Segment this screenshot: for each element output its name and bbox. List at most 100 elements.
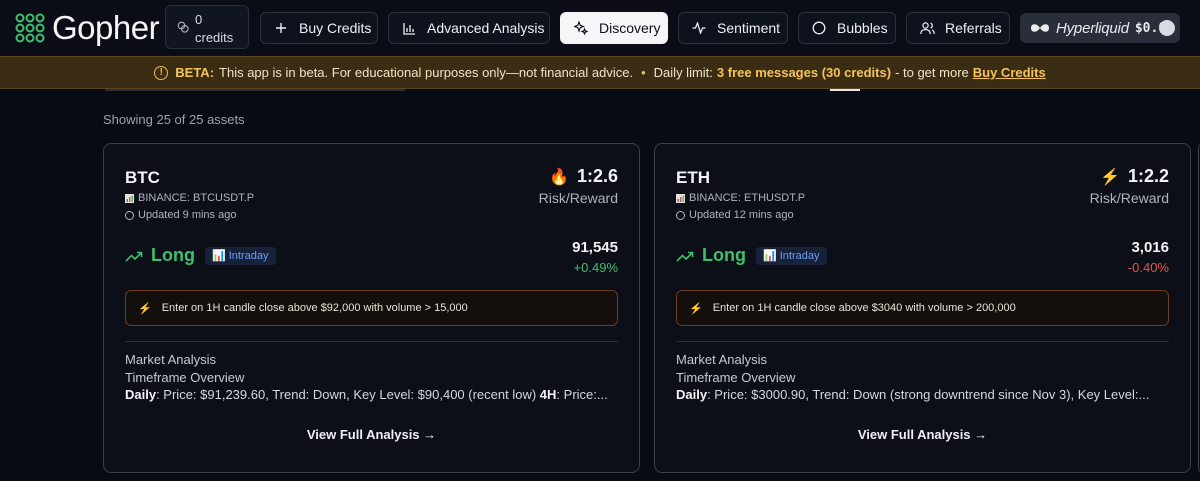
bubbles-tab[interactable]: Bubbles [798,12,896,44]
bar-chart-icon [401,20,417,36]
filter-bar-edge [105,89,405,91]
credits-count: 0 [195,12,203,27]
clock-icon [125,210,134,220]
chart-icon [676,193,685,203]
updated-label: Updated 9 mins ago [138,209,237,221]
asset-card-btc[interactable]: BTC BINANCE: BTCUSDT.P Updated 9 mins ag… [103,143,640,473]
direction-label: Long [151,245,195,265]
trade-direction: Long 📊 Intraday [676,245,827,266]
updated-label: Updated 12 mins ago [689,209,794,221]
analysis-summary: Daily: Price: $3000.90, Trend: Down (str… [676,387,1169,402]
avatar [1159,20,1175,36]
daily-limit-suffix: - to get more [895,65,969,80]
asset-card-eth[interactable]: ETH BINANCE: ETHUSDT.P Updated 12 mins a… [654,143,1191,473]
asset-price: 3,016 [1131,239,1169,256]
entry-text: Enter on 1H candle close above $3040 wit… [712,302,1016,314]
wallet-button[interactable]: Hyperliquid $0.0 [1020,13,1180,43]
analysis-subtitle: Timeframe Overview [676,370,796,385]
daily-text: : Price: $3000.90, Trend: Down (strong d… [707,387,1150,402]
sentiment-label: Sentiment [717,20,781,36]
discovery-tab[interactable]: Discovery [560,12,668,44]
trending-up-icon [676,251,694,262]
risk-reward-value: 1:2.6 [576,166,618,186]
asset-updated: Updated 12 mins ago [676,209,794,221]
price-change: -0.40% [1127,260,1169,275]
circle-icon [811,20,827,36]
filter-toggle-edge [830,89,860,91]
referrals-label: Referrals [945,20,1002,36]
credits-counter[interactable]: 0 credits [165,5,249,49]
buy-credits-label: Buy Credits [299,20,372,36]
plus-icon [273,20,289,36]
daily-label: Daily [676,387,708,402]
discovery-label: Discovery [599,20,661,36]
exchange-label: BINANCE: ETHUSDT.P [689,192,806,204]
buy-credits-button[interactable]: Buy Credits [260,12,378,44]
exchange-label: BINANCE: BTCUSDT.P [138,192,255,204]
daily-limit-prefix: Daily limit: [653,65,713,80]
asset-exchange: BINANCE: ETHUSDT.P [676,192,805,204]
warning-icon: ! [154,65,169,80]
risk-reward-label: Risk/Reward [1089,190,1169,206]
risk-reward: ⚡ 1:2.2 [1100,166,1169,187]
timeframe-label: Intraday [779,249,820,262]
chart-icon [125,193,134,203]
app-logo[interactable]: Gopher [14,9,160,46]
daily-label: Daily [125,387,157,402]
asset-price: 91,545 [572,239,618,256]
bubbles-label: Bubbles [837,20,888,36]
beta-banner: ! BETA: This app is in beta. For educati… [0,56,1200,89]
daily-limit-value: 3 free messages (30 credits) [716,65,892,80]
coins-icon [177,21,189,33]
gopher-logo-icon [15,13,45,43]
analysis-title: Market Analysis [125,352,217,367]
separator-dot: • [641,65,646,80]
risk-reward: 🔥 1:2.6 [549,166,618,187]
sparkles-icon [573,20,589,36]
beta-tag: BETA: [175,65,215,80]
price-change: +0.49% [573,260,618,275]
buy-credits-link[interactable]: Buy Credits [973,65,1046,80]
trending-up-icon [125,251,143,262]
timeframe-badge: 📊 Intraday [755,246,827,265]
referrals-tab[interactable]: Referrals [906,12,1010,44]
credits-label: credits [195,30,234,45]
direction-label: Long [702,245,746,265]
hyperliquid-logo-icon [1031,24,1049,32]
view-full-analysis-button[interactable]: View Full Analysis → [655,427,1190,442]
sentiment-tab[interactable]: Sentiment [678,12,788,44]
view-full-analysis-button[interactable]: View Full Analysis → [104,427,639,442]
risk-reward-value: 1:2.2 [1127,166,1169,186]
bolt-icon: ⚡ [138,302,152,315]
timeframe-label: Intraday [228,249,269,262]
h4-label: 4H [539,387,557,402]
h4-text: : Price:... [556,387,608,402]
top-nav-bar: Gopher 0 credits Buy Credits Advanced An… [0,0,1200,56]
asset-symbol: ETH [676,168,710,187]
wallet-name: Hyperliquid [1056,19,1129,37]
results-count: Showing 25 of 25 assets [103,112,245,127]
advanced-analysis-button[interactable]: Advanced Analysis [388,12,550,44]
entry-condition: ⚡ Enter on 1H candle close above $3040 w… [676,290,1169,326]
app-name: Gopher [52,9,160,46]
trade-direction: Long 📊 Intraday [125,245,276,266]
analysis-summary: Daily: Price: $91,239.60, Trend: Down, K… [125,387,618,402]
asset-updated: Updated 9 mins ago [125,209,236,221]
advanced-analysis-label: Advanced Analysis [427,20,545,36]
asset-symbol: BTC [125,168,160,187]
asset-exchange: BINANCE: BTCUSDT.P [125,192,254,204]
entry-condition: ⚡ Enter on 1H candle close above $92,000… [125,290,618,326]
analysis-subtitle: Timeframe Overview [125,370,245,385]
timeframe-badge: 📊 Intraday [204,246,276,265]
bolt-icon: ⚡ [689,302,703,315]
clock-icon [676,210,685,220]
users-icon [919,20,935,36]
pulse-icon [691,20,707,36]
risk-reward-label: Risk/Reward [538,190,618,206]
divider [125,341,618,342]
analysis-title: Market Analysis [676,352,768,367]
beta-text: This app is in beta. For educational pur… [219,65,634,80]
daily-text: : Price: $91,239.60, Trend: Down, Key Le… [156,387,540,402]
entry-text: Enter on 1H candle close above $92,000 w… [161,302,468,314]
fire-icon: 🔥 [549,168,569,186]
